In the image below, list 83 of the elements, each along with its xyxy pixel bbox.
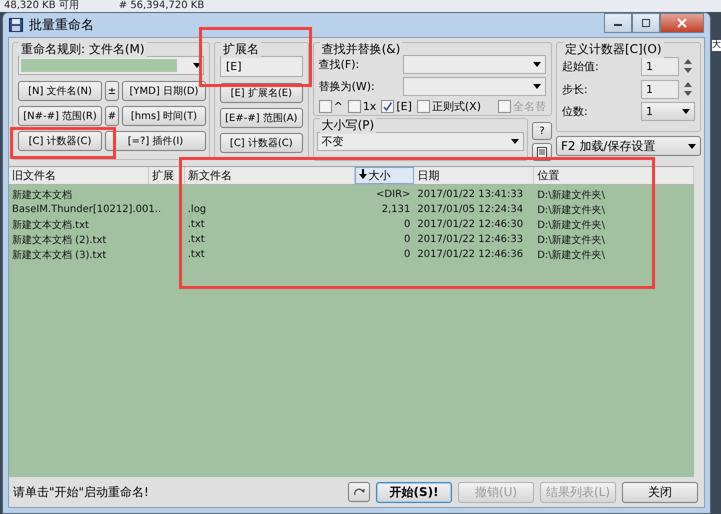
table-cell-text: D:\新建文件夹\ (536, 248, 606, 262)
background-text: # 56,394,720 KB (118, 0, 204, 12)
table-cell-text: 0 (403, 249, 412, 260)
rule-button[interactable]: [N] 文件名(N) (18, 81, 102, 101)
table-cell-text: 2017/01/22 12:46:30 (416, 219, 524, 230)
table-cell-text: D:\新建文件夹\ (536, 218, 606, 232)
close-icon (676, 18, 688, 28)
field-label: 位数: (562, 104, 589, 119)
close-button[interactable] (660, 13, 704, 33)
background-text: 48,320 KB 可用 (4, 0, 79, 12)
table-cell-text: 新建文本文档.txt (11, 218, 90, 232)
column-header[interactable]: 日期 (414, 167, 534, 184)
option-checkbox[interactable]: ^ (318, 99, 343, 114)
rule-button[interactable]: [hms] 时间(T) (122, 106, 206, 126)
group-label: 大小写(P) (320, 117, 376, 134)
table-cell-text: 2017/01/05 12:24:34 (416, 204, 524, 215)
maximize-icon (640, 18, 652, 28)
rule-button[interactable]: [YMD] 日期(D) (122, 81, 206, 101)
table-cell-text: D:\新建文件夹\ (536, 234, 606, 246)
caret-icon (682, 109, 690, 114)
option-checkbox[interactable]: [E] (381, 99, 412, 114)
caret-icon (511, 139, 519, 144)
number-field[interactable]: 1 (641, 80, 679, 98)
group-label: 扩展名 (221, 41, 261, 58)
table-cell-text: D:\新建文件夹\ (536, 188, 606, 202)
number-field[interactable]: 1 (641, 56, 679, 76)
case-dropdown[interactable]: 不变 (316, 132, 524, 151)
mask-dropdown[interactable] (18, 56, 204, 75)
table-cell-text: .log (186, 204, 208, 215)
column-header[interactable]: 位置 (534, 167, 694, 184)
caret-icon (688, 144, 696, 148)
field-label: 替换为(W): (318, 79, 376, 94)
caret-icon (533, 62, 541, 67)
column-header[interactable]: 旧文件名 (9, 167, 149, 184)
document-icon (536, 146, 548, 158)
table-cell-text: <DIR> (375, 189, 412, 200)
caret-icon (533, 84, 541, 89)
field-label: 查找(F): (318, 57, 360, 72)
status-message: 请单击"开始"启动重命名! (13, 484, 150, 500)
maximize-button[interactable] (632, 13, 660, 33)
window-title: 批量重命名 (29, 17, 95, 34)
option-checkbox[interactable]: 1x (348, 99, 376, 114)
field-label: 步长: (562, 82, 589, 96)
column-header[interactable]: 扩展 (148, 167, 185, 184)
table-cell-text: BaseIM.Thunder[10212].001.. (11, 204, 162, 215)
table-cell-text: 2017/01/22 13:41:33 (416, 189, 524, 200)
redo-arrow-icon (352, 486, 366, 498)
table-cell-text: 2017/01/22 12:46:36 (416, 249, 524, 260)
rule-button[interactable]: ± (105, 81, 119, 101)
table-cell-text: 0 (403, 219, 412, 230)
digits-dropdown[interactable]: 1 (641, 102, 695, 121)
table-cell-text: .txt (186, 219, 206, 230)
rule-button[interactable]: [C] 计数器(C) (220, 133, 303, 153)
table-cell-text: .txt (186, 234, 206, 245)
background-text: 大 (712, 40, 721, 51)
table-cell-text: 新建文本文档 (11, 188, 73, 202)
extension-field[interactable]: [E] (220, 56, 303, 77)
rule-button[interactable]: [E#-#] 范围(A) (220, 108, 303, 128)
rule-button[interactable]: # (105, 106, 119, 126)
table-cell-text: 新建文本文档 (3).txt (11, 248, 108, 262)
help-button[interactable]: ? (532, 122, 552, 140)
table-cell-text: D:\新建文件夹\ (536, 204, 606, 216)
group-label: 定义计数器[C](O) (563, 41, 664, 58)
group-label: 查找并替换(&) (320, 41, 402, 58)
table-cell-text: 新建文本文档 (2).txt (11, 234, 108, 246)
rule-button[interactable]: [C] 计数器(C) (18, 131, 102, 151)
check-icon (382, 101, 394, 112)
settings-dropdown[interactable]: F2 加载/保存设置 (556, 136, 701, 156)
dialog-button[interactable]: 关闭 (622, 482, 698, 502)
field-label: 起始值: (562, 58, 600, 74)
table-cell-text: 2,131 (380, 204, 412, 215)
option-checkbox[interactable]: 正则式(X) (416, 99, 481, 114)
caret-icon (193, 63, 201, 68)
table-cell-text: .txt (186, 249, 206, 260)
dialog-button[interactable]: 开始(S)! (376, 482, 452, 502)
rule-button[interactable]: [N#-#] 范围(R) (18, 106, 102, 126)
table-cell-text: 2017/01/22 12:46:33 (416, 234, 524, 245)
column-header[interactable]: 大小 (354, 167, 414, 184)
minimize-button[interactable] (604, 13, 632, 33)
redo-button[interactable] (348, 482, 370, 502)
rule-button[interactable]: [=?] 插件(I) (105, 131, 206, 151)
table-cell-text: 0 (403, 234, 412, 245)
group-label: 重命名规则: 文件名(M) (19, 41, 147, 58)
